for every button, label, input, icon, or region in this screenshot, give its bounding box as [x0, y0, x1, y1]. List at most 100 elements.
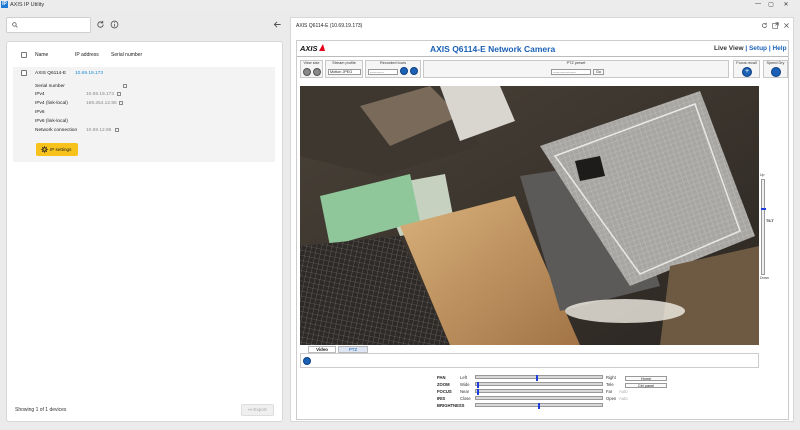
snapshot-button[interactable]	[303, 357, 311, 365]
focus-thumb[interactable]	[477, 389, 480, 395]
help-link[interactable]: Help	[772, 45, 786, 52]
pan-slider[interactable]	[475, 375, 603, 381]
tilt-down-label: Down	[760, 276, 769, 280]
search-box[interactable]	[6, 17, 91, 33]
go-button[interactable]: Go	[593, 69, 604, 75]
setup-link[interactable]: Setup	[749, 45, 767, 52]
play-tour-button[interactable]	[400, 67, 408, 75]
copy-icon[interactable]	[117, 92, 121, 96]
ptz-controls: PAN Left Right ZOOM Wide Tele FOCUS Near…	[437, 375, 687, 415]
device-list-panel: Name IP address Serial number AXIS Q6114…	[6, 41, 283, 422]
tilt-track[interactable]	[761, 179, 766, 275]
camera-image	[300, 86, 759, 345]
camera-page-title: AXIS Q6114-E Network Camera	[430, 44, 556, 54]
tab-content	[300, 353, 759, 368]
back-arrow-icon[interactable]	[273, 20, 282, 29]
speed-dry-button[interactable]	[771, 67, 781, 77]
app-logo-icon: IP	[1, 1, 8, 8]
camera-nav: Live View | Setup | Help	[714, 45, 787, 52]
device-view-title: AXIS Q6114-E (10.69.19.173)	[296, 23, 363, 29]
axis-logo: AXIS	[299, 44, 325, 53]
focus-recall-group: Focus recall +	[733, 60, 760, 78]
ip-settings-label: IP settings	[50, 147, 72, 152]
close-window-button[interactable]: ✕	[779, 1, 793, 8]
brightness-thumb[interactable]	[538, 403, 540, 409]
column-header-ip[interactable]: IP address	[75, 52, 99, 58]
tilt-label: TILT	[766, 219, 774, 223]
device-count-status: Showing 1 of 1 devices	[15, 407, 67, 413]
zoom-wide-label: Wide	[460, 382, 470, 387]
focus-auto-label[interactable]: Auto	[619, 389, 628, 394]
ctrl-panel-button[interactable]: Ctrl panel	[625, 383, 667, 388]
zoom-tele-label: Tele	[606, 382, 614, 387]
recorded-tours-select[interactable]: -----------	[368, 69, 398, 75]
export-label: Export	[253, 407, 267, 412]
iris-slider[interactable]	[475, 396, 603, 400]
title-bar	[0, 0, 800, 10]
copy-icon[interactable]	[123, 84, 127, 88]
tab-ptz[interactable]: PTZ	[338, 346, 368, 353]
detail-value-ipv4: 10.69.19.173	[86, 92, 115, 97]
tilt-slider[interactable]: Up TILT Down	[760, 173, 774, 283]
focus-far-label: Far	[606, 389, 613, 394]
refresh-icon[interactable]	[96, 20, 105, 29]
detail-label-ipv6: IPv6	[35, 110, 45, 115]
app-title: AXIS IP Utility	[10, 2, 45, 8]
view-size-large-button[interactable]	[313, 68, 321, 76]
device-ip-link[interactable]: 10.69.19.173	[75, 71, 103, 76]
detail-value-ipv4-link-local: 169.254.12.86	[86, 101, 117, 106]
ip-settings-button[interactable]: IP settings	[36, 143, 78, 156]
zoom-thumb[interactable]	[477, 382, 480, 388]
focus-recall-button[interactable]: +	[742, 67, 752, 77]
tab-video[interactable]: Video	[308, 346, 336, 353]
recorded-tours-label: Recorded tours	[380, 61, 406, 65]
speed-dry-label: Speed Dry	[766, 61, 785, 65]
info-icon[interactable]	[110, 20, 119, 29]
stream-profile-select[interactable]: Motion JPEG	[328, 69, 361, 75]
detail-label-network: Network connection	[35, 128, 78, 133]
focus-recall-label: Focus recall	[736, 61, 757, 65]
focus-label: FOCUS	[437, 389, 452, 394]
device-web-view-panel: AXIS Q6114-E (10.69.19.173) AXIS AXIS Q6…	[290, 17, 794, 422]
detail-label-ipv6-link-local: IPv6 (link-local)	[35, 119, 68, 124]
search-icon	[12, 22, 18, 28]
live-view-link[interactable]: Live View	[714, 45, 744, 52]
stream-profile-label: Stream profile	[332, 61, 356, 65]
ptz-preset-select[interactable]: ------------------	[551, 69, 591, 75]
brightness-slider[interactable]	[475, 403, 603, 409]
detail-label-ipv4-link-local: IPv4 (link-local)	[35, 101, 68, 106]
focus-slider[interactable]	[475, 389, 603, 395]
home-button[interactable]: Home	[625, 376, 667, 381]
select-all-checkbox[interactable]	[21, 52, 27, 58]
search-input[interactable]	[20, 20, 88, 30]
stream-profile-group: Stream profile Motion JPEG	[325, 60, 363, 78]
live-video-view[interactable]	[300, 86, 759, 345]
tilt-up-label: Up	[760, 173, 765, 177]
copy-icon[interactable]	[115, 128, 119, 132]
open-external-icon[interactable]	[772, 22, 779, 29]
reload-icon[interactable]	[761, 22, 768, 29]
focus-near-label: Near	[460, 389, 470, 394]
zoom-slider[interactable]	[475, 382, 603, 388]
close-view-icon[interactable]	[783, 22, 790, 29]
tilt-thumb[interactable]	[761, 208, 766, 210]
ptz-preset-group: PTZ preset ------------------ Go	[423, 60, 729, 78]
column-header-name[interactable]: Name	[35, 52, 48, 58]
detail-label-ipv4: IPv4	[35, 92, 45, 97]
stop-tour-button[interactable]	[410, 67, 418, 75]
copy-icon[interactable]	[119, 101, 123, 105]
camera-header: AXIS AXIS Q6114-E Network Camera Live Vi…	[297, 41, 788, 57]
minimize-button[interactable]: —	[751, 1, 765, 7]
export-button[interactable]: ↦ Export	[241, 404, 274, 416]
maximize-button[interactable]: ▢	[764, 1, 778, 8]
pan-thumb[interactable]	[535, 375, 538, 381]
iris-close-label: Close	[460, 396, 471, 401]
brightness-label: BRIGHTNESS	[437, 403, 465, 408]
speed-dry-group: Speed Dry	[763, 60, 788, 78]
svg-text:AXIS: AXIS	[299, 44, 318, 53]
view-size-label: View size	[303, 61, 320, 65]
device-row-checkbox[interactable]	[21, 70, 27, 76]
iris-auto-label[interactable]: Auto	[619, 396, 628, 401]
column-header-serial[interactable]: Serial number	[111, 52, 142, 58]
view-size-small-button[interactable]	[303, 68, 311, 76]
